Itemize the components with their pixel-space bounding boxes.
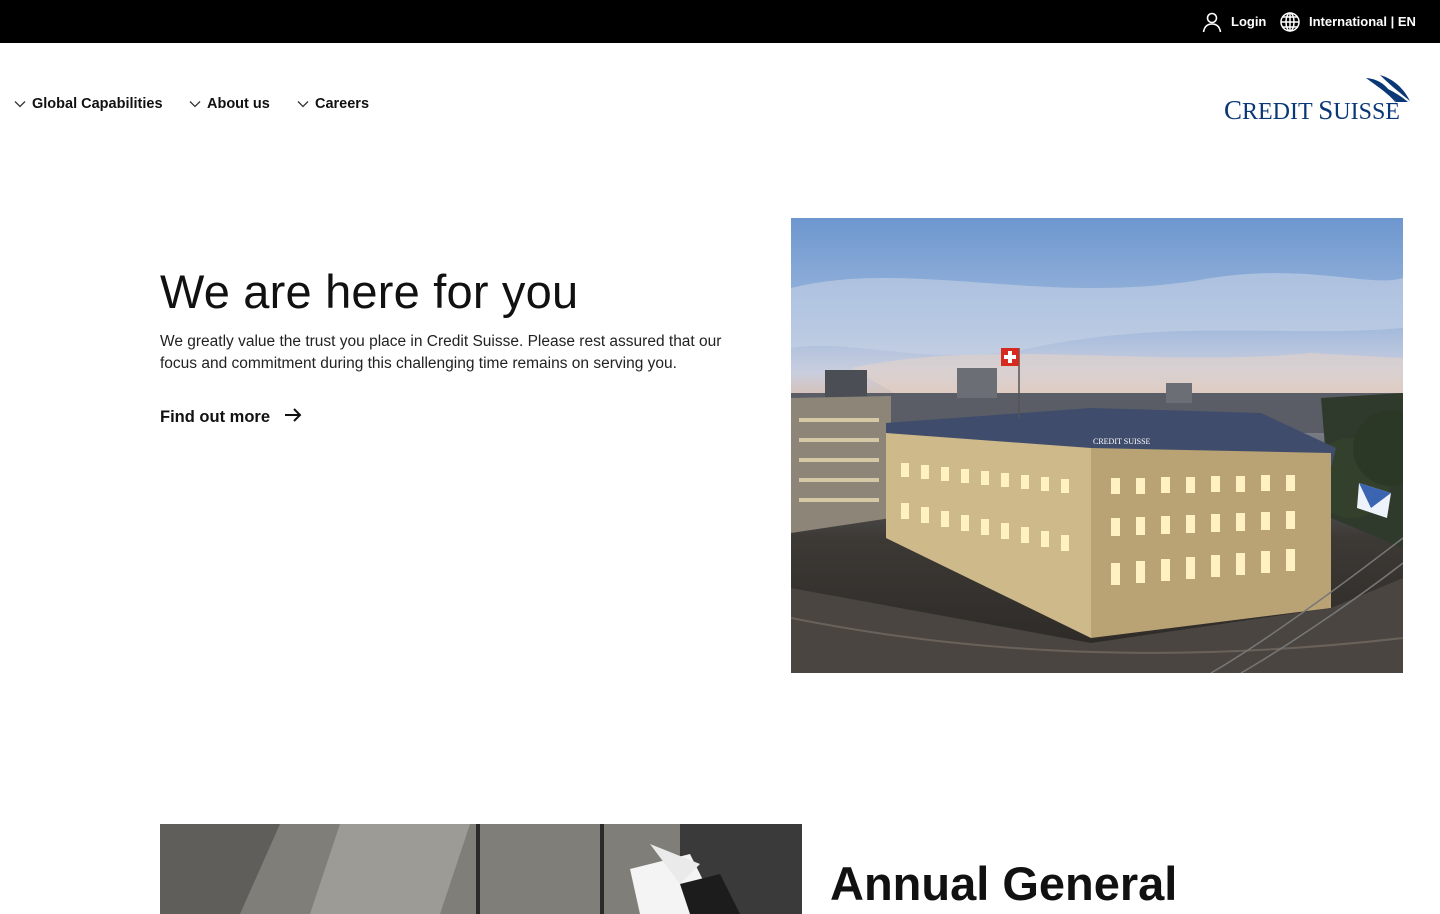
sails-logo-icon xyxy=(1366,75,1410,103)
find-out-more-link[interactable]: Find out more xyxy=(160,407,302,428)
chevron-down-icon xyxy=(189,100,201,108)
globe-icon xyxy=(1279,11,1301,33)
cta-label: Find out more xyxy=(160,408,270,426)
nav-item-careers[interactable]: Careers xyxy=(297,96,369,112)
nav-item-label: Global Capabilities xyxy=(32,96,163,112)
nav-item-label: Careers xyxy=(315,96,370,112)
locale-selector[interactable]: International | EN xyxy=(1279,0,1416,43)
agm-title: Annual General xyxy=(830,857,1178,910)
headquarters-photo: CREDIT SUISSE xyxy=(791,218,1403,673)
nav-item-label: About us xyxy=(207,96,270,112)
arrow-right-icon xyxy=(284,407,302,428)
login-label: Login xyxy=(1231,14,1267,29)
building-sign: CREDIT SUISSE xyxy=(1093,437,1151,446)
chevron-down-icon xyxy=(14,100,26,108)
chevron-down-icon xyxy=(297,100,309,108)
user-icon xyxy=(1201,11,1223,33)
hero-description: We greatly value the trust you place in … xyxy=(160,333,722,372)
utility-bar: Login International | EN xyxy=(0,0,1440,43)
locale-label: International | EN xyxy=(1309,14,1416,29)
agm-photo xyxy=(160,824,802,914)
credit-suisse-logo[interactable]: CREDIT SUISSE xyxy=(1222,75,1414,125)
nav-item-about-us[interactable]: About us xyxy=(189,96,270,112)
nav-item-global-capabilities[interactable]: Global Capabilities xyxy=(14,96,163,112)
hero-title: We are here for you xyxy=(160,265,579,318)
login-link[interactable]: Login xyxy=(1201,0,1266,43)
